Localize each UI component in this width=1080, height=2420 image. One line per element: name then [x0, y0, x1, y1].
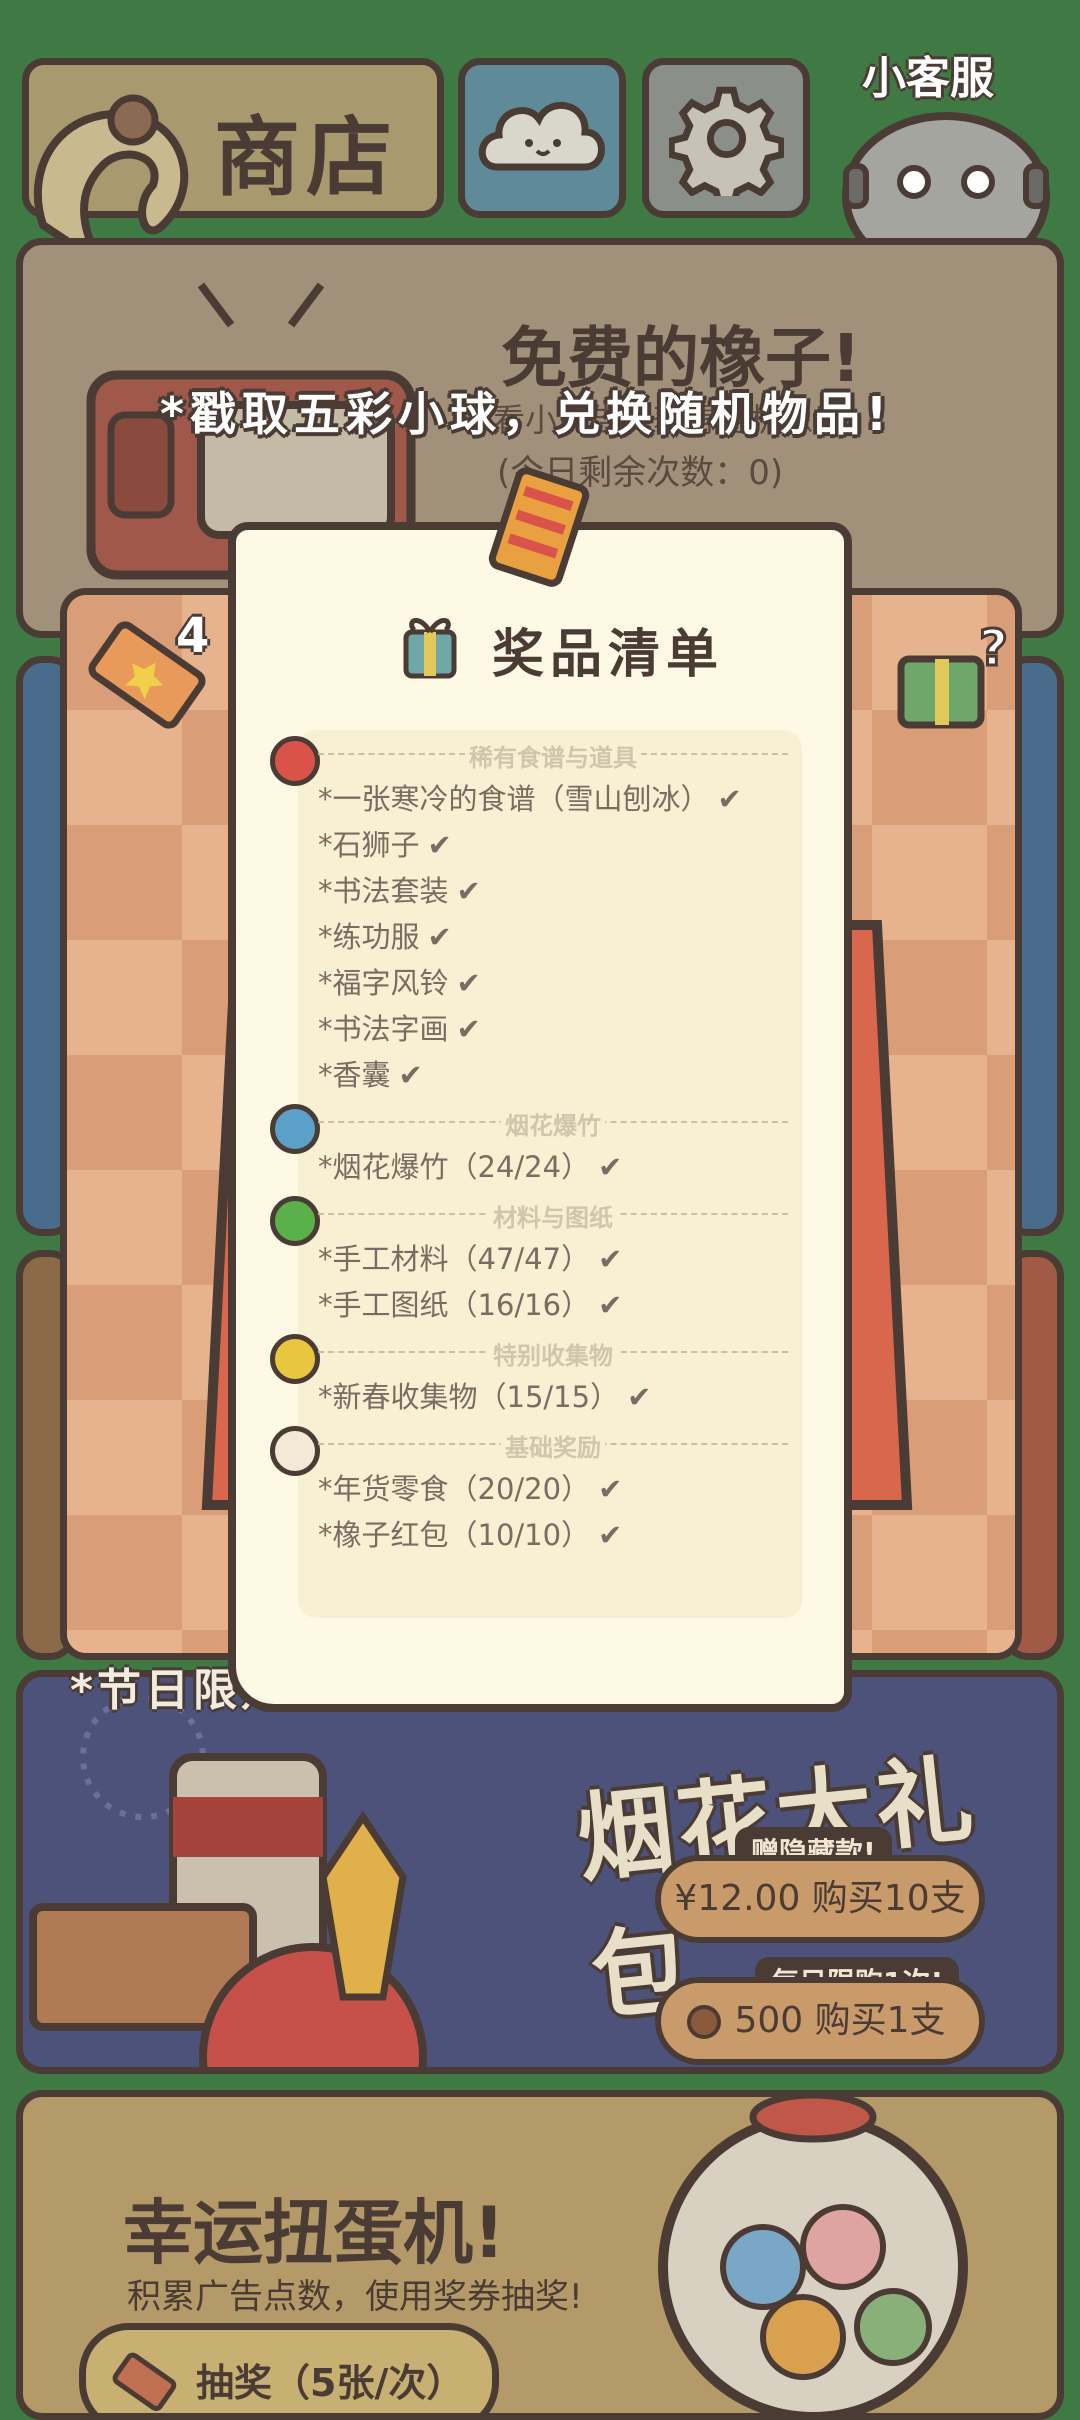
check-icon: ✔ — [456, 1012, 481, 1046]
prize-ball-icon — [270, 1196, 320, 1246]
prize-item: *石狮子 ✔ — [318, 822, 452, 864]
lucky-capsule-title: 幸运扭蛋机! — [123, 2192, 505, 2274]
buy-10-button[interactable]: ¥12.00 购买10支 — [655, 1855, 985, 1943]
prize-ball-icon — [270, 1334, 320, 1384]
prize-item-label: *练功服 — [318, 920, 420, 954]
prize-item: *书法套装 ✔ — [318, 868, 481, 910]
game-instruction: *戳取五彩小球，兑换随机物品! — [160, 387, 894, 441]
settings-button[interactable] — [642, 58, 810, 218]
prize-item: *新春收集物（15/15） ✔ — [318, 1374, 651, 1416]
check-icon: ✔ — [717, 782, 742, 816]
gacha-machine-icon — [658, 2097, 968, 2413]
check-icon: ✔ — [398, 1058, 423, 1092]
check-icon: ✔ — [427, 920, 452, 954]
prize-item-label: *新春收集物（15/15） — [318, 1380, 620, 1414]
prize-item: *练功服 ✔ — [318, 914, 452, 956]
ticket-pin-icon — [488, 467, 590, 587]
check-icon: ✔ — [598, 1472, 623, 1506]
prize-item: *手工材料（47/47） ✔ — [318, 1236, 622, 1278]
buy-1-button[interactable]: 500 购买1支 — [655, 1977, 985, 2065]
prize-section-title: 烟花爆竹 — [501, 1106, 605, 1141]
prize-ball-icon — [270, 736, 320, 786]
ticket-count: 4 — [176, 608, 210, 664]
check-icon: ✔ — [598, 1518, 623, 1552]
prize-item: *书法字画 ✔ — [318, 1006, 481, 1048]
prize-section-header: 稀有食谱与道具 — [318, 738, 788, 773]
fireworks-bundle-card[interactable]: 烟花大礼包 赠隐藏款! ¥12.00 购买10支 每日限购1次! 500 购买1… — [16, 1670, 1064, 2074]
prize-section-header: 烟花爆竹 — [318, 1106, 788, 1141]
prize-section-title: 特别收集物 — [489, 1336, 617, 1371]
prize-item-label: *橡子红包（10/10） — [318, 1518, 591, 1552]
gear-icon — [669, 86, 784, 196]
prize-item-label: *手工图纸（16/16） — [318, 1288, 591, 1322]
prize-item: *手工图纸（16/16） ✔ — [318, 1282, 622, 1324]
prize-item-label: *福字风铃 — [318, 966, 449, 1000]
prize-item: *橡子红包（10/10） ✔ — [318, 1512, 622, 1554]
check-icon: ✔ — [456, 874, 481, 908]
prize-section-header: 特别收集物 — [318, 1336, 788, 1371]
prize-item-label: *手工材料（47/47） — [318, 1242, 591, 1276]
lucky-capsule-card[interactable]: 幸运扭蛋机! 积累广告点数，使用奖券抽奖! 抽奖（5张/次） — [16, 2090, 1064, 2420]
prize-item-label: *一张寒冷的食谱（雪山刨冰） — [318, 782, 710, 816]
prize-item-label: *石狮子 — [318, 828, 420, 862]
check-icon: ✔ — [598, 1150, 623, 1184]
check-icon: ✔ — [627, 1380, 652, 1414]
acorn-icon — [687, 2005, 721, 2039]
ticket-icon — [112, 2352, 177, 2411]
prize-item: *烟花爆竹（24/24） ✔ — [318, 1144, 622, 1186]
prize-item-label: *年货零食（20/20） — [318, 1472, 591, 1506]
prize-section-header: 材料与图纸 — [318, 1198, 788, 1233]
prize-ball-icon — [270, 1104, 320, 1154]
check-icon: ✔ — [456, 966, 481, 1000]
prize-list-title: 奖品清单 — [492, 625, 725, 685]
lucky-capsule-subtitle: 积累广告点数，使用奖券抽奖! — [127, 2277, 583, 2317]
prize-item: *福字风铃 ✔ — [318, 960, 481, 1002]
prize-section-title: 材料与图纸 — [489, 1198, 617, 1233]
gift-icon — [403, 618, 457, 679]
mystery-gift-icon[interactable]: ? — [887, 615, 1007, 735]
prize-section-header: 基础奖励 — [318, 1428, 788, 1463]
check-icon: ✔ — [427, 828, 452, 862]
prize-item-label: *书法字画 — [318, 1012, 449, 1046]
prize-item-label: *烟花爆竹（24/24） — [318, 1150, 591, 1184]
check-icon: ✔ — [598, 1242, 623, 1276]
prize-item-label: *书法套装 — [318, 874, 449, 908]
prize-section-title: 基础奖励 — [501, 1428, 605, 1463]
shop-button[interactable]: 商店 — [22, 58, 444, 269]
draw-button[interactable]: 抽奖（5张/次） — [79, 2323, 499, 2413]
customer-service-avatar-icon[interactable] — [826, 96, 1066, 246]
prize-item-label: *香囊 — [318, 1058, 391, 1092]
draw-button-label: 抽奖（5张/次） — [196, 2361, 465, 2405]
prize-ball-icon — [270, 1426, 320, 1476]
buy-1-label: 500 购买1支 — [734, 2000, 946, 2041]
svg-text:?: ? — [979, 619, 1007, 677]
fireworks-illustration-icon — [29, 1694, 427, 2067]
prize-section-title: 稀有食谱与道具 — [465, 738, 641, 773]
cloud-icon — [478, 101, 605, 171]
prize-item: *香囊 ✔ — [318, 1052, 423, 1094]
shop-label: 商店 — [214, 108, 398, 208]
prize-item: *一张寒冷的食谱（雪山刨冰） ✔ — [318, 776, 742, 818]
check-icon: ✔ — [598, 1288, 623, 1322]
weather-button[interactable] — [458, 58, 626, 218]
prize-item: *年货零食（20/20） ✔ — [318, 1466, 622, 1508]
